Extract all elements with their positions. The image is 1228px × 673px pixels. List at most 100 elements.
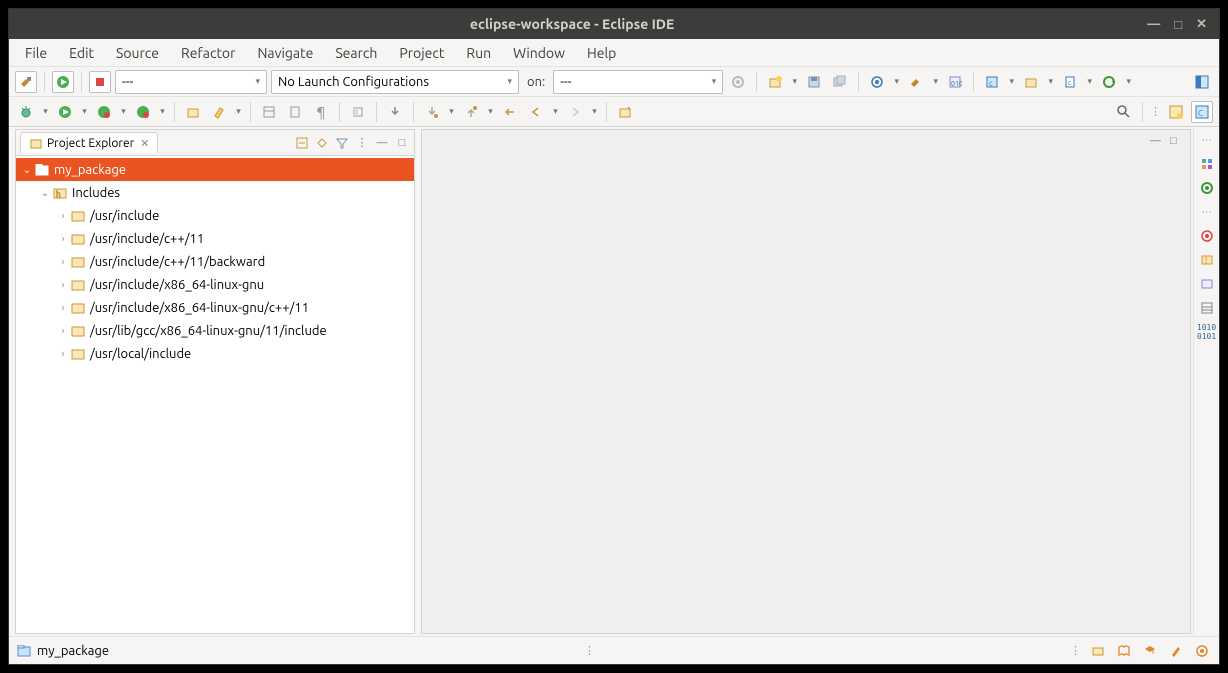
problems-icon[interactable]: ! — [1198, 251, 1216, 269]
forward-button[interactable] — [564, 101, 586, 123]
launch-config-combo[interactable]: No Launch Configurations▾ — [271, 70, 519, 94]
open-type-button[interactable] — [182, 101, 204, 123]
menu-source[interactable]: Source — [106, 41, 169, 65]
search-tool-dropdown[interactable]: ▾ — [234, 106, 243, 117]
new-source-dropdown[interactable]: ▾ — [1085, 76, 1094, 87]
menu-file[interactable]: File — [15, 41, 57, 65]
search-tool-button[interactable] — [208, 101, 230, 123]
status-handle[interactable]: ⋮ — [109, 644, 1070, 657]
toggle-block-button[interactable] — [347, 101, 369, 123]
next-annotation-button[interactable] — [421, 101, 443, 123]
properties-icon[interactable] — [1198, 299, 1216, 317]
collapse-all-icon[interactable] — [294, 135, 310, 151]
new-folder-dropdown[interactable]: ▾ — [1046, 76, 1055, 87]
refresh-dropdown[interactable]: ▾ — [1124, 76, 1133, 87]
menu-search[interactable]: Search — [325, 41, 387, 65]
debug-dropdown[interactable]: ▾ — [41, 106, 50, 117]
call-hierarchy-icon[interactable]: 10100101 — [1198, 323, 1216, 341]
cdt-perspective-button[interactable]: C — [1191, 101, 1213, 123]
new-cclass-button[interactable]: c — [981, 71, 1003, 93]
build-config-button[interactable] — [905, 71, 927, 93]
back-button[interactable] — [525, 101, 547, 123]
console-icon[interactable] — [1198, 275, 1216, 293]
new-dropdown[interactable]: ▾ — [790, 76, 799, 87]
menu-edit[interactable]: Edit — [59, 41, 104, 65]
link-editor-icon[interactable] — [314, 135, 330, 151]
project-explorer-tab[interactable]: Project Explorer ✕ — [20, 132, 158, 153]
profile-dropdown[interactable]: ▾ — [158, 106, 167, 117]
status-tip-icon[interactable] — [1193, 642, 1211, 660]
editor-maximize-icon[interactable]: □ — [1170, 135, 1184, 149]
menu-refactor[interactable]: Refactor — [171, 41, 245, 65]
target-button[interactable] — [866, 71, 888, 93]
tree-include-item[interactable]: › /usr/include — [16, 204, 414, 227]
back-dropdown[interactable]: ▾ — [551, 106, 560, 117]
tree-root-project[interactable]: ⌄ my_package — [16, 158, 414, 181]
binary-button[interactable]: 010 — [944, 71, 966, 93]
coverage-dropdown[interactable]: ▾ — [119, 106, 128, 117]
open-perspective-button[interactable] — [1165, 101, 1187, 123]
step-into-button[interactable] — [384, 101, 406, 123]
tree-include-item[interactable]: › /usr/include/c++/11/backward — [16, 250, 414, 273]
new-source-button[interactable]: c — [1059, 71, 1081, 93]
status-handle-2[interactable]: ⋮ — [1070, 644, 1081, 657]
tree-include-item[interactable]: › /usr/local/include — [16, 342, 414, 365]
profile-button[interactable] — [132, 101, 154, 123]
project-tree[interactable]: ⌄ my_package ⌄ h Includes › /usr/include… — [16, 156, 414, 633]
menu-navigate[interactable]: Navigate — [247, 41, 323, 65]
task-list-icon[interactable] — [1198, 179, 1216, 197]
build-targets-icon[interactable] — [1198, 227, 1216, 245]
menu-run[interactable]: Run — [456, 41, 501, 65]
last-edit-button[interactable] — [499, 101, 521, 123]
tree-include-item[interactable]: › /usr/include/c++/11 — [16, 227, 414, 250]
status-edu-icon[interactable] — [1141, 642, 1159, 660]
status-edit-icon[interactable] — [1167, 642, 1185, 660]
hammer-build-button[interactable] — [15, 71, 37, 93]
run-tool-button[interactable] — [54, 101, 76, 123]
stop-button[interactable] — [89, 71, 111, 93]
new-cclass-dropdown[interactable]: ▾ — [1007, 76, 1016, 87]
tree-include-item[interactable]: › /usr/lib/gcc/x86_64-linux-gnu/11/inclu… — [16, 319, 414, 342]
close-button[interactable]: ✕ — [1196, 17, 1207, 32]
tree-include-item[interactable]: › /usr/include/x86_64-linux-gnu/c++/11 — [16, 296, 414, 319]
target-dropdown[interactable]: ▾ — [892, 76, 901, 87]
mode-combo[interactable]: ---▾ — [115, 70, 267, 94]
tree-include-item[interactable]: › /usr/include/x86_64-linux-gnu — [16, 273, 414, 296]
new-button[interactable] — [764, 71, 786, 93]
handle-icon[interactable]: ⋯ — [1198, 203, 1216, 221]
save-all-button[interactable] — [829, 71, 851, 93]
new-folder-button[interactable] — [1020, 71, 1042, 93]
toolbar-handle[interactable]: ⋮ — [1150, 105, 1161, 118]
minimize-button[interactable]: — — [1147, 17, 1160, 31]
status-launch-icon[interactable] — [1089, 642, 1107, 660]
pin-editor-button[interactable] — [614, 101, 636, 123]
perspective-button[interactable] — [1191, 71, 1213, 93]
status-book-icon[interactable] — [1115, 642, 1133, 660]
save-button[interactable] — [803, 71, 825, 93]
run-button[interactable] — [52, 71, 74, 93]
toggle-breadcrumb-button[interactable] — [258, 101, 280, 123]
debug-button[interactable] — [15, 101, 37, 123]
search-icon[interactable] — [1113, 101, 1135, 123]
build-config-dropdown[interactable]: ▾ — [931, 76, 940, 87]
on-combo[interactable]: ---▾ — [553, 70, 723, 94]
editor-minimize-icon[interactable]: — — [1150, 135, 1164, 149]
close-tab-button[interactable]: ✕ — [140, 137, 149, 150]
run-tool-dropdown[interactable]: ▾ — [80, 106, 89, 117]
view-menu-icon[interactable]: ⋮ — [354, 135, 370, 151]
tree-includes-node[interactable]: ⌄ h Includes — [16, 181, 414, 204]
coverage-button[interactable] — [93, 101, 115, 123]
prev-annotation-dropdown[interactable]: ▾ — [486, 106, 495, 117]
gear-icon[interactable] — [727, 71, 749, 93]
minimize-view-icon[interactable]: — — [374, 135, 390, 151]
menu-help[interactable]: Help — [577, 41, 626, 65]
restore-icon[interactable]: ⋯ — [1198, 131, 1216, 149]
maximize-button[interactable]: □ — [1174, 17, 1182, 32]
maximize-view-icon[interactable]: □ — [394, 135, 410, 151]
toggle-mark-button[interactable] — [284, 101, 306, 123]
menu-window[interactable]: Window — [503, 41, 575, 65]
filter-icon[interactable] — [334, 135, 350, 151]
forward-dropdown[interactable]: ▾ — [590, 106, 599, 117]
pilcrow-button[interactable]: ¶ — [310, 101, 332, 123]
menu-project[interactable]: Project — [389, 41, 454, 65]
